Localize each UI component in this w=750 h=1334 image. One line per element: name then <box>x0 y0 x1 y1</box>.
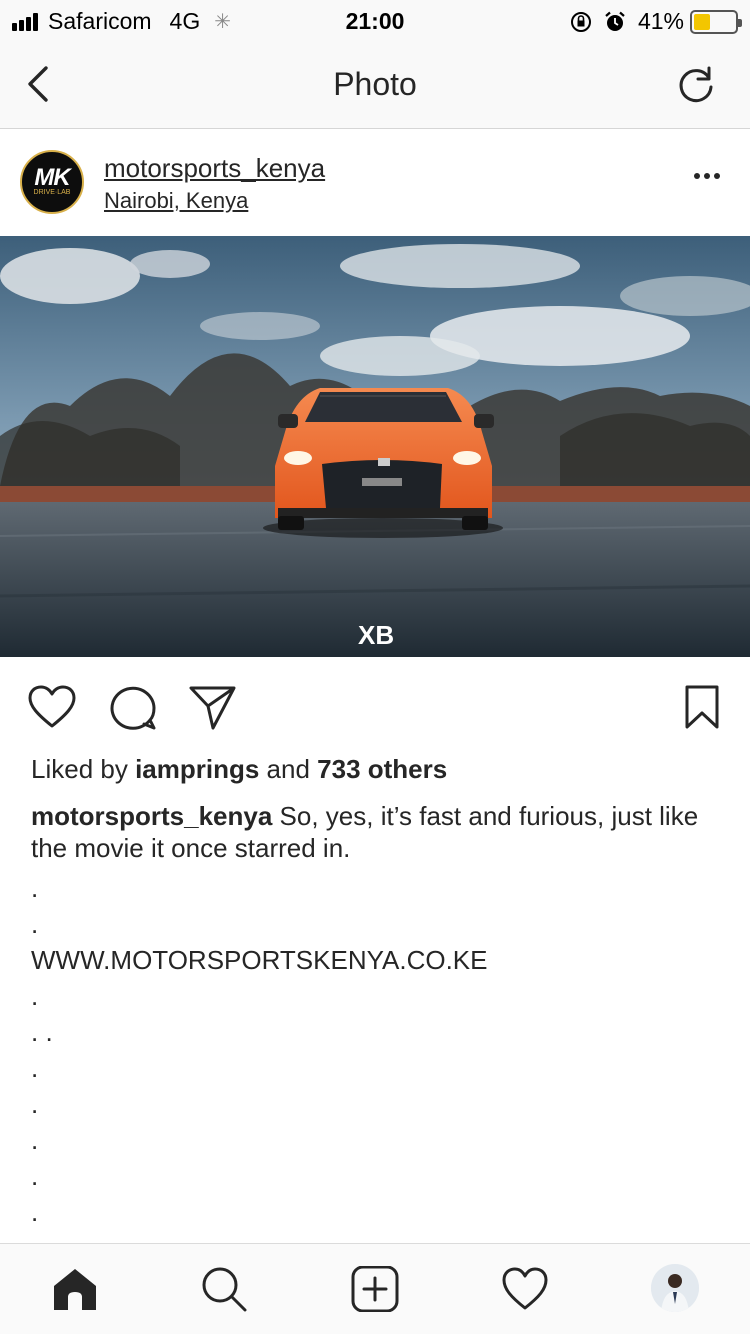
alarm-icon <box>605 11 625 31</box>
bottom-tab-bar <box>0 1243 750 1334</box>
likes-prefix: Liked by <box>31 754 136 784</box>
likes-middle: and <box>259 754 318 784</box>
liked-by-user[interactable]: iamprings <box>135 754 259 784</box>
post-location[interactable]: Nairobi, Kenya <box>104 188 248 214</box>
car-photo-image: XB <box>0 236 750 657</box>
post-actions <box>0 657 750 757</box>
page-title: Photo <box>333 66 417 102</box>
refresh-icon[interactable] <box>676 64 716 106</box>
caption-line: . <box>31 1053 39 1083</box>
caption-username[interactable]: motorsports_kenya <box>31 801 272 831</box>
avatar-logo-text: MK <box>34 164 70 191</box>
caption-line: . <box>31 981 39 1011</box>
orientation-lock-icon <box>570 11 591 32</box>
author-username[interactable]: motorsports_kenya <box>104 153 325 184</box>
like-heart-icon[interactable] <box>27 684 77 730</box>
battery-icon <box>690 9 742 34</box>
caption-line: . <box>31 1125 39 1155</box>
caption-website-link[interactable]: WWW.MOTORSPORTSKENYA.CO.KE <box>31 942 488 978</box>
avatar-logo-subtext: DRIVE·LAB <box>33 189 71 196</box>
home-icon[interactable] <box>51 1266 99 1312</box>
post-caption: motorsports_kenya So, yes, it’s fast and… <box>31 800 721 864</box>
likes-summary[interactable]: Liked by iamprings and 733 others <box>31 754 447 785</box>
save-bookmark-icon[interactable] <box>680 684 724 730</box>
more-options-icon[interactable] <box>690 173 720 179</box>
post-photo[interactable]: XB <box>0 236 750 657</box>
profile-photo <box>651 1264 699 1312</box>
likes-others[interactable]: 733 others <box>317 754 447 784</box>
caption-line: . <box>31 873 39 903</box>
caption-line: . . <box>31 1017 53 1047</box>
caption-line: . <box>31 1161 39 1191</box>
battery-percent: 41% <box>637 8 684 34</box>
new-post-icon[interactable] <box>351 1266 399 1312</box>
author-avatar[interactable]: MK DRIVE·LAB <box>20 150 84 214</box>
comment-icon[interactable] <box>108 684 158 730</box>
caption-line: . <box>31 1197 39 1227</box>
activity-heart-icon[interactable] <box>501 1266 549 1312</box>
status-right: 41% <box>570 8 742 35</box>
profile-avatar[interactable] <box>651 1264 699 1312</box>
post-header: MK DRIVE·LAB motorsports_kenya Nairobi, … <box>0 129 750 236</box>
navigation-bar: Photo <box>0 40 750 129</box>
photo-watermark: XB <box>358 620 394 650</box>
caption-extra-lines: . . WWW.MOTORSPORTSKENYA.CO.KE . . . . .… <box>31 870 488 1230</box>
search-icon[interactable] <box>200 1266 248 1312</box>
caption-line: . <box>31 909 39 939</box>
status-bar: Safaricom 4G ✳ 21:00 41% <box>0 0 750 40</box>
caption-line: . <box>31 1089 39 1119</box>
share-icon[interactable] <box>188 684 238 730</box>
